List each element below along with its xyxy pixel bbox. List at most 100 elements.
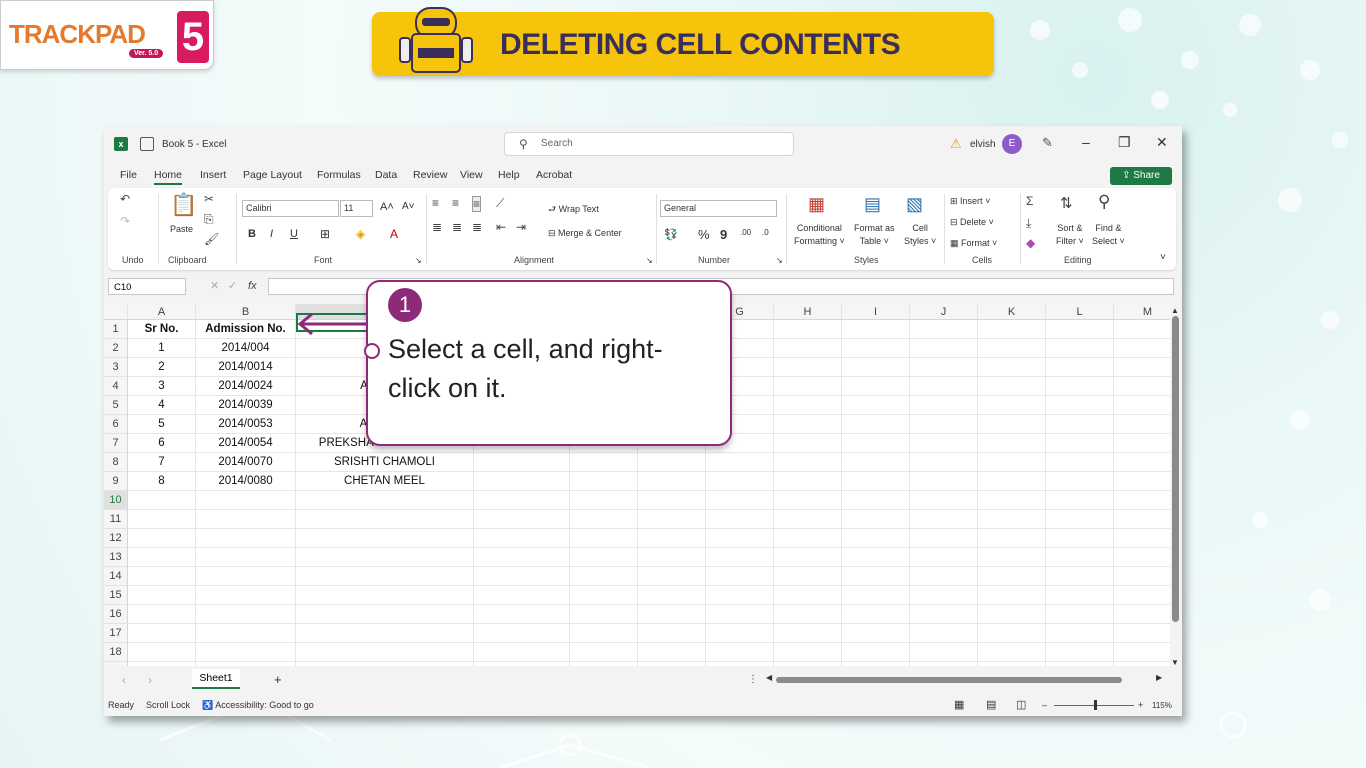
row-header-4[interactable]: 4 <box>104 377 128 396</box>
table-cell[interactable] <box>910 662 978 666</box>
table-cell[interactable] <box>774 491 842 510</box>
copy-icon[interactable]: ⎘ <box>204 212 214 227</box>
tab-acrobat[interactable]: Acrobat <box>536 169 572 181</box>
scroll-up-icon[interactable]: ▲ <box>1171 306 1179 315</box>
table-cell[interactable] <box>774 567 842 586</box>
table-cell[interactable] <box>842 453 910 472</box>
table-cell[interactable] <box>978 377 1046 396</box>
table-cell[interactable] <box>638 586 706 605</box>
table-cell[interactable] <box>196 510 296 529</box>
table-cell[interactable] <box>706 662 774 666</box>
column-header-b[interactable]: B <box>196 304 296 320</box>
table-cell[interactable] <box>1046 624 1114 643</box>
table-cell[interactable] <box>842 358 910 377</box>
table-cell[interactable] <box>910 624 978 643</box>
tab-data[interactable]: Data <box>375 169 397 181</box>
borders-icon[interactable]: ⊞ <box>320 227 330 241</box>
tab-review[interactable]: Review <box>413 169 447 181</box>
table-cell[interactable] <box>978 491 1046 510</box>
table-cell[interactable] <box>128 643 196 662</box>
table-cell[interactable] <box>910 472 978 491</box>
table-cell[interactable] <box>774 662 842 666</box>
table-cell[interactable] <box>1114 453 1170 472</box>
table-cell[interactable] <box>296 605 474 624</box>
table-cell[interactable] <box>842 491 910 510</box>
table-cell[interactable] <box>706 529 774 548</box>
insert-function-icon[interactable]: fx <box>248 280 257 292</box>
row-header-14[interactable]: 14 <box>104 567 128 586</box>
avatar[interactable]: E <box>1002 134 1022 154</box>
table-cell[interactable] <box>842 434 910 453</box>
collapse-ribbon-icon[interactable]: ˅ <box>1160 252 1166 263</box>
table-cell[interactable] <box>978 586 1046 605</box>
table-cell[interactable] <box>1046 358 1114 377</box>
increase-font-icon[interactable]: A˄ <box>380 201 394 213</box>
table-cell[interactable] <box>842 586 910 605</box>
table-cell[interactable] <box>774 453 842 472</box>
table-cell[interactable] <box>570 624 638 643</box>
table-cell[interactable] <box>978 453 1046 472</box>
scroll-down-icon[interactable]: ▼ <box>1171 658 1179 667</box>
table-cell[interactable] <box>978 434 1046 453</box>
underline-icon[interactable]: U <box>290 228 298 240</box>
cut-icon[interactable]: ✂ <box>204 192 214 206</box>
percent-icon[interactable]: % <box>698 227 710 242</box>
table-cell[interactable] <box>1114 586 1170 605</box>
table-cell[interactable] <box>706 624 774 643</box>
table-cell[interactable] <box>706 472 774 491</box>
table-cell[interactable] <box>128 529 196 548</box>
table-cell[interactable] <box>842 339 910 358</box>
table-cell[interactable] <box>474 510 570 529</box>
table-cell[interactable] <box>978 472 1046 491</box>
decrease-decimal-icon[interactable]: .0 <box>762 228 769 237</box>
tab-page-layout[interactable]: Page Layout <box>243 169 302 181</box>
tab-file[interactable]: File <box>120 169 137 181</box>
table-cell[interactable] <box>638 624 706 643</box>
table-cell[interactable] <box>774 339 842 358</box>
table-cell[interactable] <box>1114 415 1170 434</box>
table-cell[interactable] <box>474 529 570 548</box>
table-cell[interactable]: 2014/0014 <box>196 358 296 377</box>
table-cell[interactable] <box>1114 624 1170 643</box>
scroll-left-icon[interactable]: ◀ <box>766 673 772 682</box>
table-cell[interactable] <box>1114 472 1170 491</box>
table-cell[interactable] <box>774 510 842 529</box>
table-cell[interactable]: 1 <box>128 339 196 358</box>
table-cell[interactable] <box>1114 434 1170 453</box>
table-cell[interactable]: 5 <box>128 415 196 434</box>
orientation-icon[interactable]: ⟋ <box>496 196 504 211</box>
accessibility-status[interactable]: ♿ Accessibility: Good to go <box>202 700 314 711</box>
page-break-view-icon[interactable]: ◫ <box>1016 698 1026 711</box>
scroll-right-icon[interactable]: ▶ <box>1156 673 1162 682</box>
table-cell[interactable] <box>910 529 978 548</box>
table-cell[interactable] <box>638 453 706 472</box>
paste-icon[interactable]: 📋 <box>170 192 197 218</box>
format-painter-icon[interactable]: 🖌 <box>204 232 219 246</box>
table-cell[interactable] <box>910 567 978 586</box>
table-cell[interactable] <box>1046 396 1114 415</box>
table-cell[interactable] <box>774 643 842 662</box>
table-cell[interactable] <box>570 662 638 666</box>
number-format-select[interactable]: General <box>660 200 777 217</box>
row-header-18[interactable]: 18 <box>104 643 128 662</box>
zoom-out-icon[interactable]: – <box>1042 700 1047 710</box>
table-cell[interactable] <box>474 491 570 510</box>
table-cell[interactable] <box>570 453 638 472</box>
table-cell[interactable] <box>1046 529 1114 548</box>
align-top-icon[interactable]: ≡ <box>432 196 439 210</box>
row-header-5[interactable]: 5 <box>104 396 128 415</box>
table-cell[interactable] <box>842 415 910 434</box>
table-cell[interactable] <box>978 339 1046 358</box>
table-cell[interactable] <box>1046 415 1114 434</box>
table-cell[interactable] <box>910 358 978 377</box>
column-header-a[interactable]: A <box>128 304 196 320</box>
table-cell[interactable] <box>842 529 910 548</box>
table-cell[interactable] <box>774 605 842 624</box>
table-cell[interactable] <box>706 453 774 472</box>
table-cell[interactable] <box>296 491 474 510</box>
font-dialog-launcher-icon[interactable]: ↘ <box>415 256 422 265</box>
table-cell[interactable] <box>638 491 706 510</box>
table-cell[interactable] <box>842 624 910 643</box>
table-cell[interactable] <box>910 339 978 358</box>
table-cell[interactable] <box>910 396 978 415</box>
